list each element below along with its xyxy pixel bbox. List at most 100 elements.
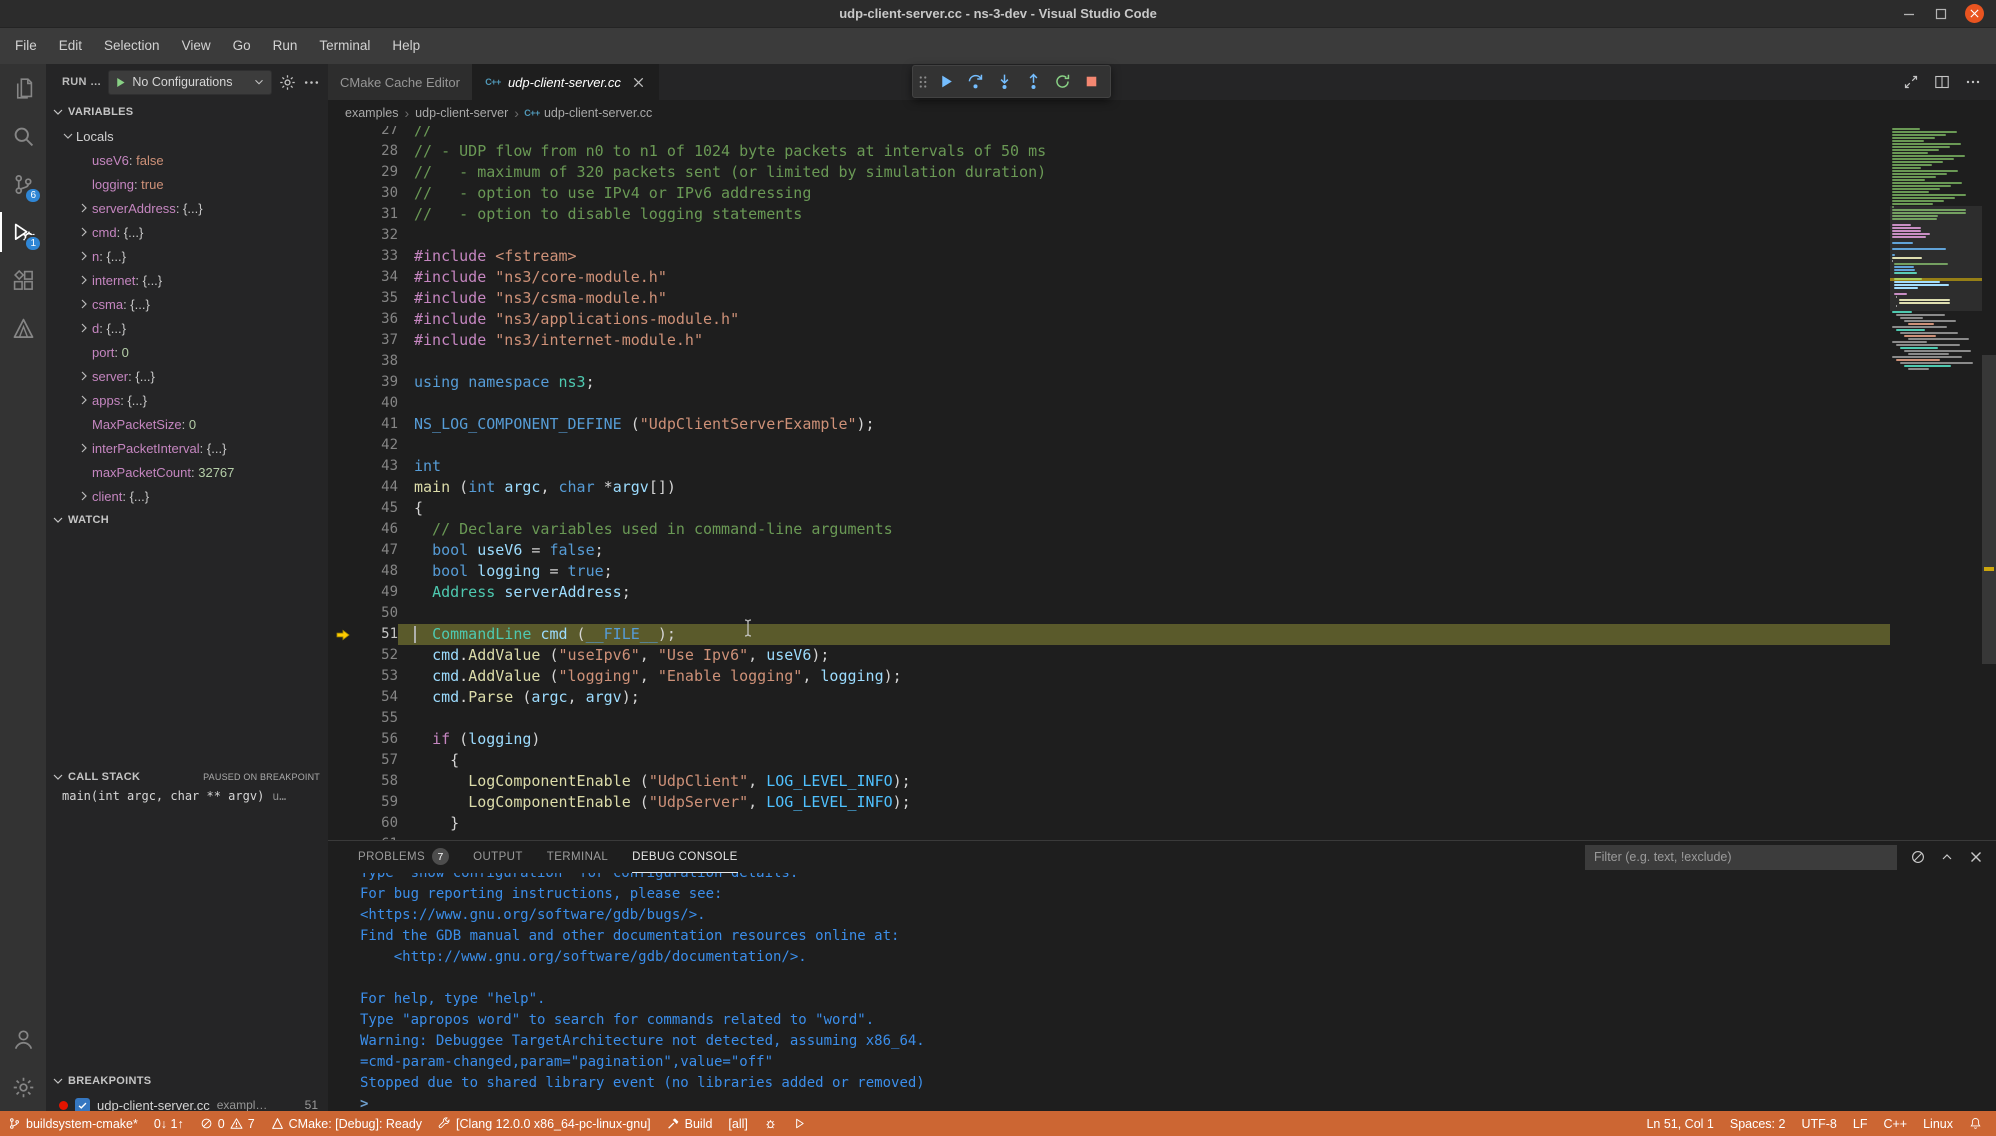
gutter-glyph-margin[interactable] [328, 519, 358, 540]
gutter-glyph-margin[interactable] [328, 561, 358, 582]
code-line-38[interactable]: 38 [328, 351, 1890, 372]
menu-file[interactable]: File [4, 28, 48, 64]
gutter-glyph-margin[interactable] [328, 645, 358, 666]
variable-server[interactable]: server: {...} [46, 364, 328, 388]
gutter-glyph-margin[interactable] [328, 393, 358, 414]
variable-maxpacketcount[interactable]: maxPacketCount: 32767 [46, 460, 328, 484]
code-line-43[interactable]: 43int [328, 456, 1890, 477]
variable-usev6[interactable]: useV6: false [46, 148, 328, 172]
code-editor[interactable]: 27//28// - UDP flow from n0 to n1 of 102… [328, 126, 1890, 840]
activity-manage[interactable] [0, 1063, 46, 1111]
tab-close-icon[interactable] [631, 75, 646, 90]
code-line-49[interactable]: 49 Address serverAddress; [328, 582, 1890, 603]
debug-step-into-button[interactable] [990, 68, 1018, 96]
code-line-31[interactable]: 31// - option to disable logging stateme… [328, 204, 1890, 225]
line-number[interactable]: 33 [358, 246, 398, 267]
status-notifications[interactable] [1961, 1111, 1990, 1136]
code-line-33[interactable]: 33#include <fstream> [328, 246, 1890, 267]
line-number[interactable]: 34 [358, 267, 398, 288]
gutter-glyph-margin[interactable] [328, 708, 358, 729]
line-number[interactable]: 45 [358, 498, 398, 519]
status-cmake-kit[interactable]: [Clang 12.0.0 x86_64-pc-linux-gnu] [430, 1111, 659, 1136]
gutter-glyph-margin[interactable] [328, 246, 358, 267]
status-cmake-debug[interactable] [756, 1111, 785, 1136]
line-number[interactable]: 27 [358, 126, 398, 141]
activity-search[interactable] [0, 112, 46, 160]
line-number[interactable]: 58 [358, 771, 398, 792]
line-number[interactable]: 31 [358, 204, 398, 225]
gutter-glyph-margin[interactable] [328, 834, 358, 840]
code-line-61[interactable]: 61 [328, 834, 1890, 840]
call-stack-frame[interactable]: main(int argc, char ** argv) u… [46, 789, 328, 813]
gutter-glyph-margin[interactable] [328, 687, 358, 708]
gutter-glyph-margin[interactable] [328, 267, 358, 288]
gutter-glyph-margin[interactable] [328, 141, 358, 162]
code-line-51[interactable]: 51 CommandLine cmd (__FILE__); [328, 624, 1890, 645]
line-number[interactable]: 47 [358, 540, 398, 561]
code-line-44[interactable]: 44main (int argc, char *argv[]) [328, 477, 1890, 498]
code-line-53[interactable]: 53 cmd.AddValue ("logging", "Enable logg… [328, 666, 1890, 687]
activity-explorer[interactable] [0, 64, 46, 112]
menu-view[interactable]: View [171, 28, 222, 64]
code-line-47[interactable]: 47 bool useV6 = false; [328, 540, 1890, 561]
line-number[interactable]: 53 [358, 666, 398, 687]
variable-csma[interactable]: csma: {...} [46, 292, 328, 316]
gutter-glyph-margin[interactable] [328, 792, 358, 813]
status-platform[interactable]: Linux [1915, 1111, 1961, 1136]
code-line-59[interactable]: 59 LogComponentEnable ("UdpServer", LOG_… [328, 792, 1890, 813]
debug-settings-gear-icon[interactable] [279, 74, 296, 91]
gutter-glyph-margin[interactable] [328, 477, 358, 498]
gutter-glyph-margin[interactable] [328, 750, 358, 771]
line-number[interactable]: 38 [358, 351, 398, 372]
split-editor-icon[interactable] [1934, 74, 1950, 90]
code-line-40[interactable]: 40 [328, 393, 1890, 414]
gutter-glyph-margin[interactable] [328, 603, 358, 624]
gutter-glyph-margin[interactable] [328, 582, 358, 603]
tab-cmake-cache-editor[interactable]: CMake Cache Editor [328, 64, 473, 100]
clear-icon[interactable] [1910, 849, 1926, 865]
status-cmake-build[interactable]: Build [659, 1111, 721, 1136]
code-line-29[interactable]: 29// - maximum of 320 packets sent (or l… [328, 162, 1890, 183]
code-line-37[interactable]: 37#include "ns3/internet-module.h" [328, 330, 1890, 351]
code-line-57[interactable]: 57 { [328, 750, 1890, 771]
status-cursor-position[interactable]: Ln 51, Col 1 [1638, 1111, 1721, 1136]
variable-n[interactable]: n: {...} [46, 244, 328, 268]
call-stack-section-header[interactable]: CALL STACK PAUSED ON BREAKPOINT [46, 765, 328, 789]
panel-tab-terminal[interactable]: TERMINAL [547, 841, 608, 873]
line-number[interactable]: 35 [358, 288, 398, 309]
panel-tab-debug-console[interactable]: DEBUG CONSOLE [632, 841, 738, 873]
code-line-54[interactable]: 54 cmd.Parse (argc, argv); [328, 687, 1890, 708]
line-number[interactable]: 40 [358, 393, 398, 414]
debug-step-over-button[interactable] [961, 68, 989, 96]
status-indentation[interactable]: Spaces: 2 [1722, 1111, 1794, 1136]
debug-continue-button[interactable] [932, 68, 960, 96]
debug-step-out-button[interactable] [1019, 68, 1047, 96]
code-line-50[interactable]: 50 [328, 603, 1890, 624]
line-number[interactable]: 55 [358, 708, 398, 729]
variables-scope-locals[interactable]: Locals [46, 124, 328, 148]
line-number[interactable]: 61 [358, 834, 398, 840]
breakpoints-section-header[interactable]: BREAKPOINTS [46, 1069, 328, 1093]
code-line-28[interactable]: 28// - UDP flow from n0 to n1 of 1024 by… [328, 141, 1890, 162]
line-number[interactable]: 37 [358, 330, 398, 351]
line-number[interactable]: 28 [358, 141, 398, 162]
line-number[interactable]: 56 [358, 729, 398, 750]
status-problems-status[interactable]: 07 [192, 1111, 263, 1136]
breakpoint-checkbox[interactable] [75, 1098, 90, 1112]
breadcrumb-item-examples[interactable]: examples [345, 106, 399, 120]
line-number[interactable]: 44 [358, 477, 398, 498]
status-eol[interactable]: LF [1845, 1111, 1876, 1136]
code-line-34[interactable]: 34#include "ns3/core-module.h" [328, 267, 1890, 288]
gutter-glyph-margin[interactable] [328, 351, 358, 372]
panel-tab-output[interactable]: OUTPUT [473, 841, 523, 873]
variable-interpacketinterval[interactable]: interPacketInterval: {...} [46, 436, 328, 460]
activity-extensions[interactable] [0, 256, 46, 304]
variable-d[interactable]: d: {...} [46, 316, 328, 340]
status-encoding[interactable]: UTF-8 [1793, 1111, 1844, 1136]
menu-run[interactable]: Run [262, 28, 309, 64]
minimap-slider[interactable] [1890, 206, 1982, 311]
status-git-branch[interactable]: buildsystem-cmake* [0, 1111, 146, 1136]
debug-stop-button[interactable] [1077, 68, 1105, 96]
code-line-42[interactable]: 42 [328, 435, 1890, 456]
gutter-glyph-margin[interactable] [328, 162, 358, 183]
